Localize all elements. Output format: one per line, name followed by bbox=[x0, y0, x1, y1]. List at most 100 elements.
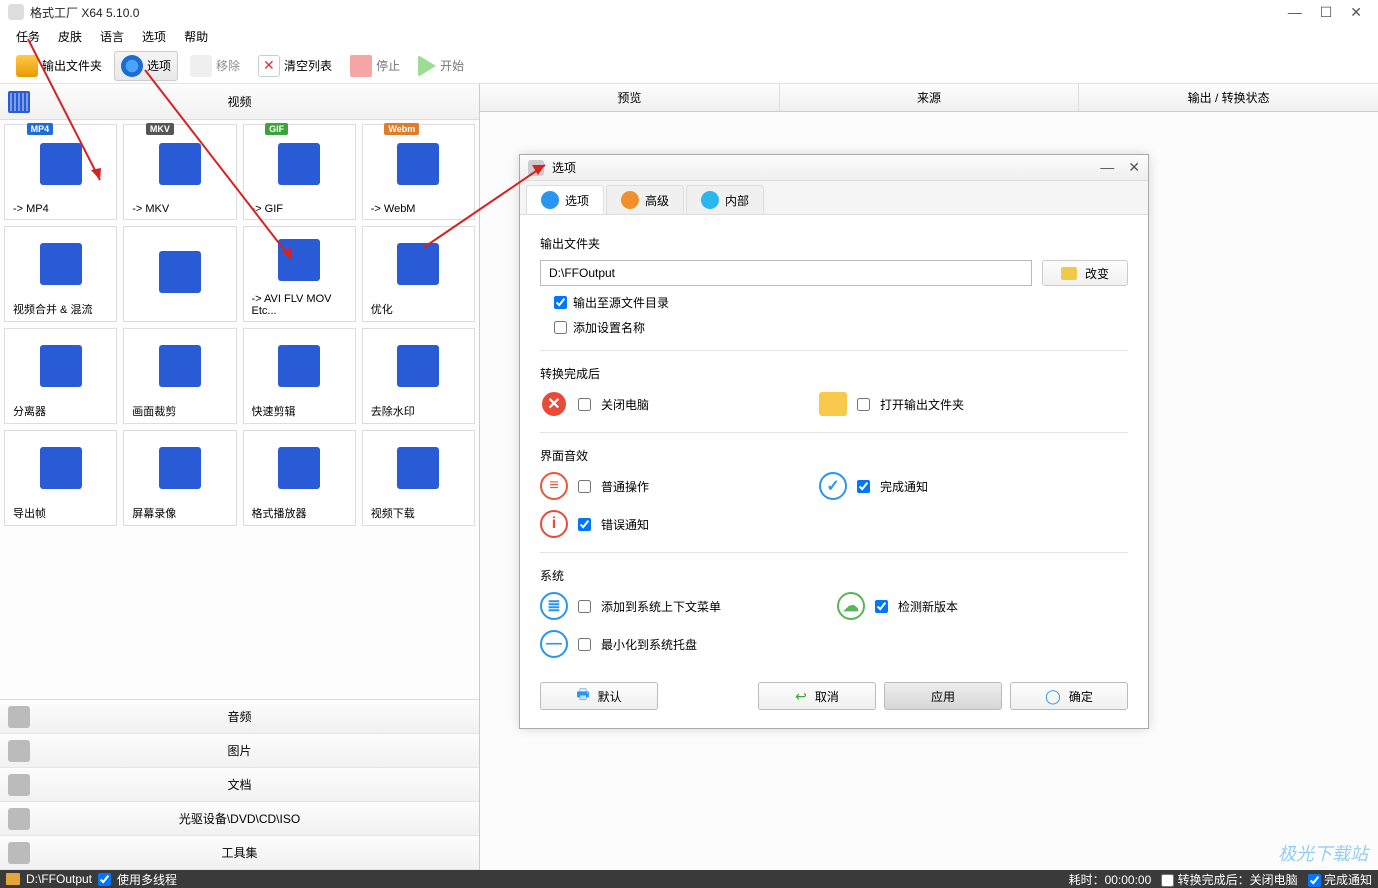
minus-icon: — bbox=[540, 630, 568, 658]
output-path-input[interactable] bbox=[540, 260, 1032, 286]
remove-button[interactable]: 移除 bbox=[184, 52, 246, 80]
stop-label: 停止 bbox=[376, 57, 400, 74]
grid-item-6[interactable]: -> AVI FLV MOV Etc... bbox=[243, 226, 356, 322]
sound-section: 界面音效 bbox=[540, 447, 1128, 464]
folder-icon bbox=[16, 55, 38, 77]
chk-error-notify[interactable] bbox=[578, 518, 591, 531]
folder-icon bbox=[819, 392, 847, 416]
grid-item-3[interactable]: Webm -> WebM bbox=[362, 124, 475, 220]
grid-item-label: -> WebM bbox=[367, 199, 470, 215]
grid-item-5[interactable] bbox=[123, 226, 236, 322]
grid-item-2[interactable]: GIF-> GIF bbox=[243, 124, 356, 220]
dialog-close-button[interactable]: ✕ bbox=[1128, 159, 1140, 176]
category-1[interactable]: 图片 bbox=[0, 734, 479, 768]
grid-item-4[interactable]: 视频合并 & 混流 bbox=[4, 226, 117, 322]
change-folder-button[interactable]: 改变 bbox=[1042, 260, 1128, 286]
chk-done-notify[interactable] bbox=[857, 480, 870, 493]
gear-icon bbox=[701, 191, 719, 209]
chk-status-notify[interactable] bbox=[1308, 874, 1321, 887]
col-output-status[interactable]: 输出 / 转换状态 bbox=[1079, 84, 1378, 111]
dialog-app-icon bbox=[528, 160, 544, 176]
info-icon: i bbox=[540, 510, 568, 538]
chk-context-menu[interactable] bbox=[578, 600, 591, 613]
opt-open-output-label: 打开输出文件夹 bbox=[880, 396, 964, 413]
grid-item-14[interactable]: 格式播放器 bbox=[243, 430, 356, 526]
grid-item-label: 导出帧 bbox=[9, 501, 112, 521]
tab-options[interactable]: 选项 bbox=[526, 185, 604, 214]
chk-output-src-label: 输出至源文件目录 bbox=[573, 294, 669, 311]
status-path[interactable]: D:\FFOutput bbox=[26, 872, 92, 886]
chk-open-output[interactable] bbox=[857, 398, 870, 411]
menu-help[interactable]: 帮助 bbox=[184, 28, 208, 45]
dialog-title-bar[interactable]: 选项 — ✕ bbox=[520, 155, 1148, 181]
options-button[interactable]: 选项 bbox=[114, 51, 178, 81]
grid-item-10[interactable]: 快速剪辑 bbox=[243, 328, 356, 424]
tab-advanced[interactable]: 高级 bbox=[606, 185, 684, 214]
chk-check-update[interactable] bbox=[875, 600, 888, 613]
cancel-button[interactable]: ↩取消 bbox=[758, 682, 876, 710]
stop-button[interactable]: 停止 bbox=[344, 52, 406, 80]
app-icon bbox=[8, 4, 24, 20]
category-3[interactable]: 光驱设备\DVD\CD\ISO bbox=[0, 802, 479, 836]
elapsed-label: 耗时：00:00:00 bbox=[1069, 871, 1152, 888]
category-0[interactable]: 音频 bbox=[0, 700, 479, 734]
multithread-label: 使用多线程 bbox=[117, 871, 177, 888]
chk-after-action[interactable] bbox=[1161, 874, 1174, 887]
folder-icon[interactable] bbox=[6, 873, 20, 885]
dialog-title: 选项 bbox=[552, 159, 1100, 176]
tab-advanced-label: 高级 bbox=[645, 192, 669, 209]
after-label: 转换完成后：关闭电脑 bbox=[1178, 873, 1298, 887]
chk-add-name[interactable] bbox=[554, 321, 567, 334]
tab-internal-label: 内部 bbox=[725, 192, 749, 209]
grid-item-15[interactable]: 视频下载 bbox=[362, 430, 475, 526]
chk-normal-sound[interactable] bbox=[578, 480, 591, 493]
maximize-button[interactable]: ☐ bbox=[1320, 4, 1333, 21]
shield-icon bbox=[621, 191, 639, 209]
grid-item-8[interactable]: 分离器 bbox=[4, 328, 117, 424]
folder-icon bbox=[1061, 267, 1077, 280]
dialog-minimize-button[interactable]: — bbox=[1100, 159, 1114, 176]
grid-item-label: 格式播放器 bbox=[248, 501, 351, 521]
grid-item-7[interactable]: 优化 bbox=[362, 226, 475, 322]
close-button[interactable]: ✕ bbox=[1350, 4, 1362, 21]
col-preview[interactable]: 预览 bbox=[480, 84, 780, 111]
apply-button[interactable]: 应用 bbox=[884, 682, 1002, 710]
minimize-button[interactable]: — bbox=[1288, 4, 1302, 21]
grid-item-12[interactable]: 导出帧 bbox=[4, 430, 117, 526]
start-label: 开始 bbox=[440, 57, 464, 74]
undo-icon: ↩ bbox=[795, 688, 807, 705]
chk-output-src[interactable] bbox=[554, 296, 567, 309]
chk-minimize-tray[interactable] bbox=[578, 638, 591, 651]
status-bar: D:\FFOutput 使用多线程 耗时：00:00:00 转换完成后：关闭电脑… bbox=[0, 870, 1378, 888]
default-button[interactable]: 🖶默认 bbox=[540, 682, 658, 710]
col-source[interactable]: 来源 bbox=[780, 84, 1080, 111]
grid-item-label: 画面裁剪 bbox=[128, 399, 231, 419]
grid-item-1[interactable]: MKV-> MKV bbox=[123, 124, 236, 220]
output-folder-button[interactable]: 输出文件夹 bbox=[10, 52, 108, 80]
menu-options[interactable]: 选项 bbox=[142, 28, 166, 45]
ok-label: 确定 bbox=[1069, 688, 1093, 705]
grid-item-11[interactable]: 去除水印 bbox=[362, 328, 475, 424]
grid-item-0[interactable]: MP4-> MP4 bbox=[4, 124, 117, 220]
menu-task[interactable]: 任务 bbox=[16, 28, 40, 45]
opt-context-menu-label: 添加到系统上下文菜单 bbox=[601, 598, 721, 615]
options-icon bbox=[121, 55, 143, 77]
category-video-header[interactable]: 视频 bbox=[0, 84, 479, 120]
opt-normal-label: 普通操作 bbox=[601, 478, 649, 495]
ok-button[interactable]: ◯确定 bbox=[1010, 682, 1128, 710]
grid-item-13[interactable]: 屏幕录像 bbox=[123, 430, 236, 526]
clear-button[interactable]: 清空列表 bbox=[252, 52, 338, 80]
start-button[interactable]: 开始 bbox=[412, 52, 470, 80]
window-controls: — ☐ ✕ bbox=[1288, 4, 1370, 21]
format-badge: Webm bbox=[384, 123, 419, 135]
menu-language[interactable]: 语言 bbox=[100, 28, 124, 45]
grid-item-9[interactable]: 画面裁剪 bbox=[123, 328, 236, 424]
opt-check-update-label: 检测新版本 bbox=[898, 598, 958, 615]
menu-skin[interactable]: 皮肤 bbox=[58, 28, 82, 45]
chk-shutdown[interactable] bbox=[578, 398, 591, 411]
category-4[interactable]: 工具集 bbox=[0, 836, 479, 870]
category-2[interactable]: 文档 bbox=[0, 768, 479, 802]
tab-internal[interactable]: 内部 bbox=[686, 185, 764, 214]
chk-multithread[interactable] bbox=[98, 873, 111, 886]
close-icon: ✕ bbox=[540, 390, 568, 418]
